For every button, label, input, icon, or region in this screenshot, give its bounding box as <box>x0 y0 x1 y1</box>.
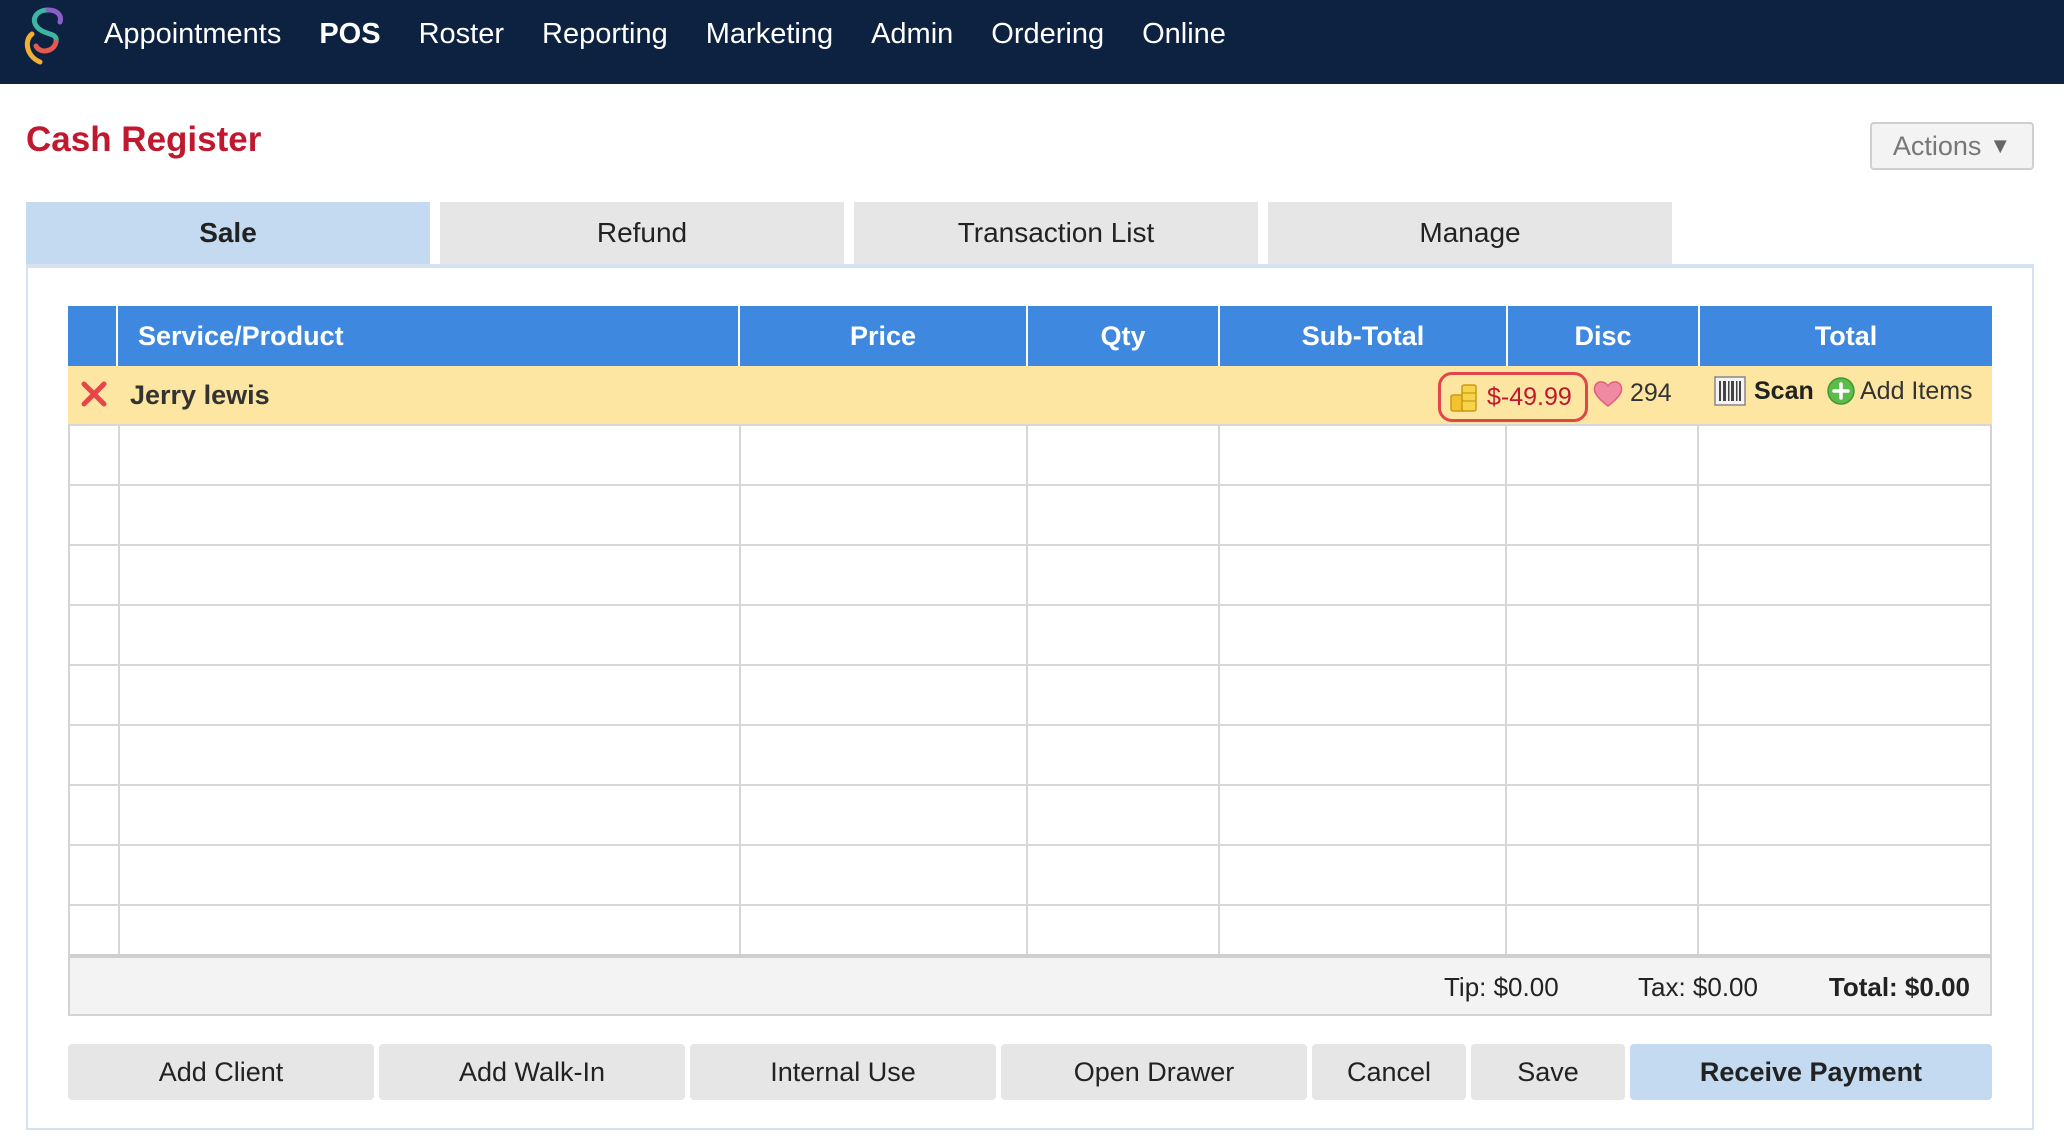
actions-label: Actions <box>1892 130 1982 161</box>
add-walk-in-button[interactable]: Add Walk-In <box>379 1044 685 1100</box>
tab-transaction-list[interactable]: Transaction List <box>854 202 1258 264</box>
open-drawer-button[interactable]: Open Drawer <box>1001 1044 1307 1100</box>
table-row[interactable] <box>70 666 1990 726</box>
table-header: Service/Product Price Qty Sub-Total Disc… <box>68 306 1992 366</box>
column-header-total: Total <box>1814 320 1878 351</box>
heart-icon <box>1593 381 1623 407</box>
grand-total: Total: $0.00 <box>1828 972 1970 1002</box>
client-balance-badge[interactable]: $-49.99 <box>1438 372 1588 422</box>
column-header-price: Price <box>740 306 1028 366</box>
nav-item-admin[interactable]: Admin <box>871 18 953 51</box>
remove-client-icon[interactable] <box>80 380 108 408</box>
add-items-button[interactable]: Add Items <box>1826 376 1973 406</box>
table-row[interactable] <box>70 486 1990 546</box>
nav-item-roster[interactable]: Roster <box>419 18 504 51</box>
receive-payment-button[interactable]: Receive Payment <box>1630 1044 1992 1100</box>
save-button[interactable]: Save <box>1471 1044 1625 1100</box>
cancel-button[interactable]: Cancel <box>1312 1044 1466 1100</box>
scan-button[interactable]: Scan <box>1714 376 1814 406</box>
coins-icon <box>1450 384 1477 412</box>
page-title: Cash Register <box>26 120 262 159</box>
column-header-qty: Qty <box>1028 306 1220 366</box>
client-balance-value: $-49.99 <box>1487 382 1572 411</box>
column-header-sub-total: Sub-Total <box>1220 306 1508 366</box>
nav-item-pos[interactable]: POS <box>319 18 380 51</box>
tax-amount: Tax: $0.00 <box>1638 972 1758 1002</box>
column-header-select <box>68 306 118 366</box>
actions-dropdown-button[interactable]: Actions ▼ <box>1870 122 2034 170</box>
top-nav: Appointments POS Roster Reporting Market… <box>0 0 2064 84</box>
add-client-button[interactable]: Add Client <box>68 1044 374 1100</box>
scan-label: Scan <box>1754 376 1814 405</box>
tab-sale[interactable]: Sale <box>26 202 430 264</box>
table-row[interactable] <box>70 546 1990 606</box>
barcode-icon <box>1714 376 1746 406</box>
column-header-disc: Disc <box>1508 306 1700 366</box>
nav-item-appointments[interactable]: Appointments <box>104 18 281 51</box>
internal-use-button[interactable]: Internal Use <box>690 1044 996 1100</box>
column-header-service-product: Service/Product <box>118 306 740 366</box>
table-body <box>68 426 1992 958</box>
totals-row: Tip: $0.00 Tax: $0.00 Total: $0.00 <box>68 958 1992 1016</box>
table-row[interactable] <box>70 786 1990 846</box>
client-name[interactable]: Jerry lewis <box>130 380 270 411</box>
table-row[interactable] <box>70 846 1990 906</box>
loyalty-points[interactable]: 294 <box>1592 378 1672 408</box>
register-tabs: Sale Refund Transaction List Manage <box>26 202 1682 264</box>
nav-menu: Appointments POS Roster Reporting Market… <box>104 0 1264 68</box>
loyalty-points-value: 294 <box>1630 378 1672 407</box>
add-items-label: Add Items <box>1860 376 1973 405</box>
client-row: Jerry lewis $-49.99 294 Scan Add Items <box>68 366 1992 426</box>
table-row[interactable] <box>70 726 1990 786</box>
nav-item-reporting[interactable]: Reporting <box>542 18 668 51</box>
add-circle-icon <box>1827 377 1855 405</box>
table-row[interactable] <box>70 606 1990 666</box>
table-row[interactable] <box>70 906 1990 958</box>
app-logo-icon[interactable] <box>18 4 72 68</box>
tab-refund[interactable]: Refund <box>440 202 844 264</box>
table-row[interactable] <box>70 426 1990 486</box>
sale-table: Service/Product Price Qty Sub-Total Disc… <box>68 306 1992 1016</box>
caret-down-icon: ▼ <box>1989 133 2012 158</box>
tab-manage[interactable]: Manage <box>1268 202 1672 264</box>
nav-item-marketing[interactable]: Marketing <box>706 18 833 51</box>
nav-item-ordering[interactable]: Ordering <box>991 18 1104 51</box>
nav-item-online[interactable]: Online <box>1142 18 1226 51</box>
tip-amount[interactable]: Tip: $0.00 <box>1444 972 1559 1003</box>
